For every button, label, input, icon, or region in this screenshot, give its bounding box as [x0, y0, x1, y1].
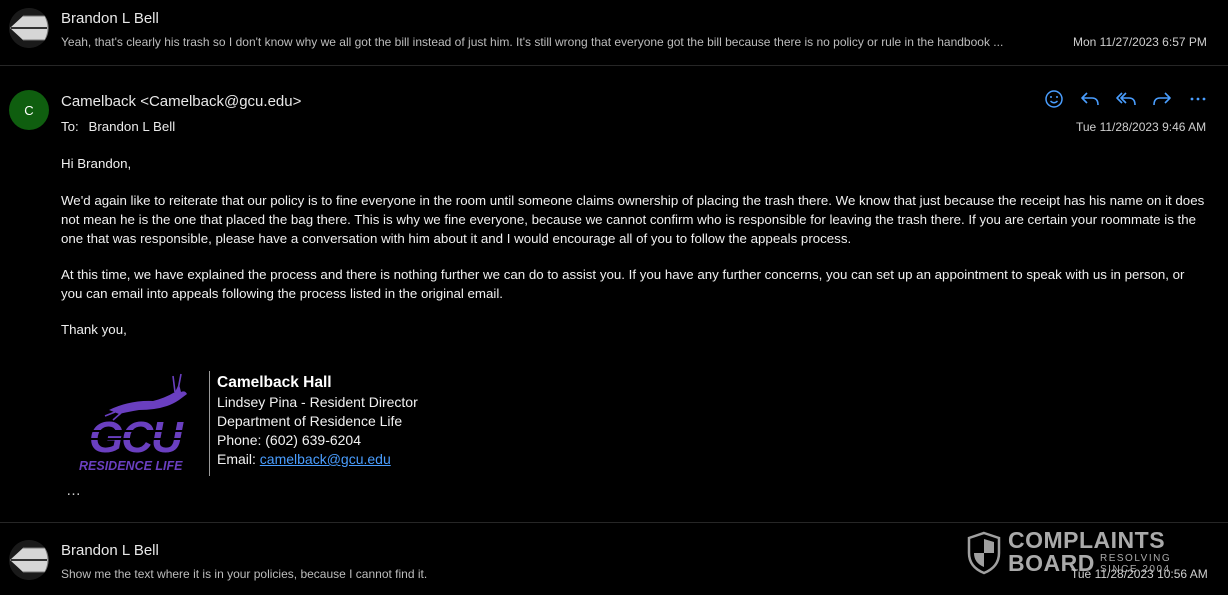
more-icon[interactable] — [1187, 88, 1209, 110]
email-label: Email: — [217, 451, 260, 467]
message-divider — [0, 65, 1228, 66]
signature-line: Department of Residence Life — [217, 413, 403, 429]
thread-snippet[interactable]: Show me the text where it is in your pol… — [61, 567, 861, 581]
watermark-tag: RESOLVING — [1100, 553, 1172, 564]
gcu-residence-life-logo: GCU RESIDENCE LIFE — [75, 370, 200, 475]
shield-icon — [967, 531, 1001, 575]
signature-divider — [209, 371, 210, 476]
sender-avatar: C — [9, 90, 49, 130]
thread-date: Mon 11/27/2023 6:57 PM — [1073, 35, 1207, 49]
recipient-name[interactable]: Brandon L Bell — [88, 119, 175, 134]
message-to-row: To: Brandon L Bell — [61, 119, 175, 134]
signature-line: Lindsey Pina - Resident Director — [217, 394, 418, 410]
message-body: Hi Brandon, We'd again like to reiterate… — [61, 154, 1206, 339]
reply-all-icon[interactable] — [1115, 88, 1137, 110]
thread-sender-name[interactable]: Brandon L Bell — [61, 542, 159, 559]
message-from[interactable]: Camelback <Camelback@gcu.edu> — [61, 93, 301, 110]
avatar-initial: C — [24, 102, 34, 118]
body-paragraph: We'd again like to reiterate that our po… — [61, 193, 1205, 246]
thread-sender-name[interactable]: Brandon L Bell — [61, 10, 159, 27]
message-date: Tue 11/28/2023 9:46 AM — [1076, 120, 1207, 134]
greeting: Hi Brandon, — [61, 156, 132, 171]
message-divider — [0, 522, 1228, 523]
signature-email-link[interactable]: camelback@gcu.edu — [260, 451, 391, 467]
signature-block: Camelback Hall Lindsey Pina - Resident D… — [217, 373, 418, 469]
watermark-line2: BOARD — [1008, 550, 1095, 576]
sender-avatar — [9, 540, 49, 580]
show-more-button[interactable]: … — [66, 482, 82, 499]
forward-icon[interactable] — [1151, 88, 1173, 110]
watermark-line1: COMPLAINTS — [1008, 527, 1166, 553]
signature-email-row: Email: camelback@gcu.edu — [217, 450, 418, 469]
logo-text: GCU — [89, 413, 184, 462]
complaints-board-watermark: COMPLAINTS BOARD RESOLVING SINCE 2004 — [966, 527, 1216, 580]
closing: Thank you, — [61, 322, 127, 337]
thread-snippet[interactable]: Yeah, that's clearly his trash so I don'… — [61, 35, 1021, 49]
signature-title: Camelback Hall — [217, 374, 332, 391]
signature-line: Phone: (602) 639-6204 — [217, 432, 361, 448]
sender-avatar — [9, 8, 49, 48]
watermark-tag: SINCE 2004 — [1100, 564, 1171, 575]
to-label: To: — [61, 119, 79, 134]
smiley-icon[interactable] — [1043, 88, 1065, 110]
reply-icon[interactable] — [1079, 88, 1101, 110]
logo-subtext: RESIDENCE LIFE — [79, 459, 183, 473]
body-paragraph: At this time, we have explained the proc… — [61, 267, 1185, 301]
